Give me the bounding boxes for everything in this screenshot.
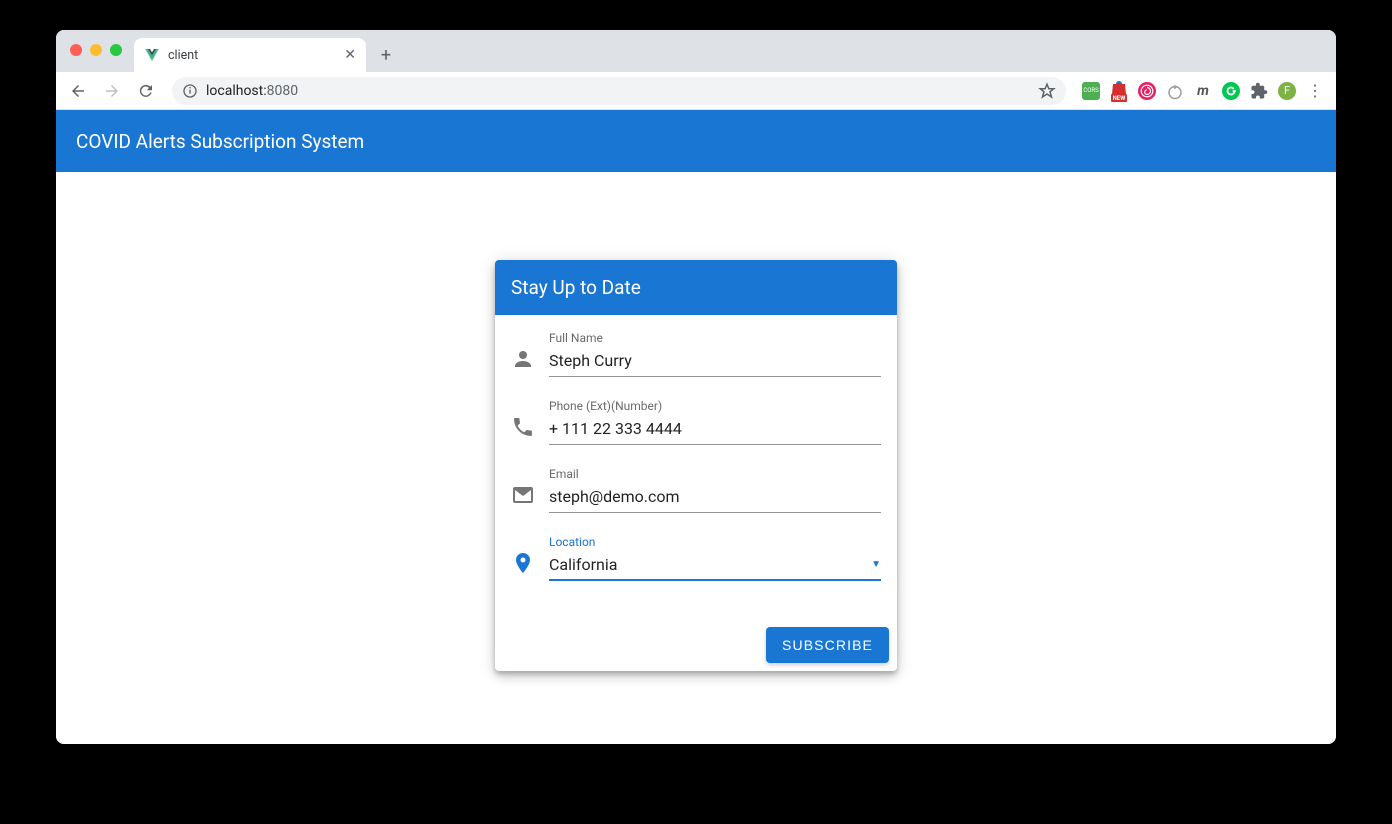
browser-tab[interactable]: client ✕: [134, 38, 366, 72]
app-title: COVID Alerts Subscription System: [76, 130, 364, 153]
fullname-label: Full Name: [549, 331, 881, 345]
extension-tomato-icon[interactable]: [1166, 82, 1184, 100]
extension-grammarly-icon[interactable]: [1222, 82, 1240, 100]
tab-close-icon[interactable]: ✕: [344, 47, 356, 63]
url-text: localhost:8080: [206, 83, 298, 99]
card-actions: Subscribe: [495, 619, 897, 671]
browser-toolbar: localhost:8080 CORS NEW m F: [56, 72, 1336, 110]
extension-shopping-icon[interactable]: NEW: [1110, 82, 1128, 100]
location-select[interactable]: California ▼: [549, 551, 881, 581]
tab-title: client: [168, 48, 336, 63]
phone-label: Phone (Ext)(Number): [549, 399, 881, 413]
site-info-icon[interactable]: [182, 83, 198, 99]
extension-icons: CORS NEW m F ⋮: [1078, 82, 1328, 100]
extension-cors-icon[interactable]: CORS: [1082, 82, 1100, 100]
profile-avatar[interactable]: F: [1278, 82, 1296, 100]
tab-strip: client ✕ +: [56, 30, 1336, 72]
subscription-card: Stay Up to Date Full Name: [495, 260, 897, 671]
app-viewport: COVID Alerts Subscription System Stay Up…: [56, 110, 1336, 744]
svg-text:NEW: NEW: [1113, 95, 1127, 102]
extension-spiral-icon[interactable]: [1138, 82, 1156, 100]
reload-button[interactable]: [132, 77, 160, 105]
field-fullname: Full Name: [511, 331, 881, 377]
new-tab-button[interactable]: +: [372, 41, 400, 69]
person-icon: [511, 347, 535, 371]
location-label: Location: [549, 535, 881, 549]
subscribe-button[interactable]: Subscribe: [766, 627, 889, 663]
location-pin-icon: [511, 551, 535, 575]
back-button[interactable]: [64, 77, 92, 105]
phone-input[interactable]: [549, 415, 881, 445]
browser-menu-icon[interactable]: ⋮: [1306, 82, 1324, 100]
fullname-input[interactable]: [549, 347, 881, 377]
browser-window: client ✕ + localhost:8080 CORS N: [56, 30, 1336, 744]
window-close-button[interactable]: [70, 44, 82, 56]
email-input[interactable]: [549, 483, 881, 513]
dropdown-caret-icon: ▼: [871, 559, 881, 570]
card-title: Stay Up to Date: [495, 260, 897, 315]
window-maximize-button[interactable]: [110, 44, 122, 56]
window-controls: [70, 44, 122, 56]
field-email: Email: [511, 467, 881, 513]
vue-favicon-icon: [144, 47, 160, 63]
address-bar[interactable]: localhost:8080: [172, 77, 1066, 105]
card-body: Full Name Phone (Ext)(Number): [495, 315, 897, 619]
forward-button[interactable]: [98, 77, 126, 105]
extensions-menu-icon[interactable]: [1250, 82, 1268, 100]
page-body: Stay Up to Date Full Name: [56, 172, 1336, 671]
app-header: COVID Alerts Subscription System: [56, 110, 1336, 172]
window-minimize-button[interactable]: [90, 44, 102, 56]
field-location: Location California ▼: [511, 535, 881, 581]
bookmark-star-icon[interactable]: [1038, 82, 1056, 100]
email-icon: [511, 483, 535, 507]
email-label: Email: [549, 467, 881, 481]
extension-m-icon[interactable]: m: [1194, 82, 1212, 100]
field-phone: Phone (Ext)(Number): [511, 399, 881, 445]
location-value: California: [549, 555, 617, 574]
phone-icon: [511, 415, 535, 439]
